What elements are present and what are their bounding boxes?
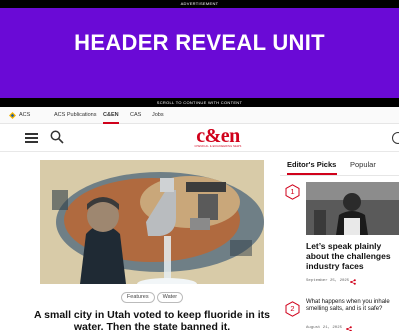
- rank-number: 2: [290, 304, 295, 313]
- tag-water[interactable]: Water: [156, 292, 184, 303]
- rail-divider: [280, 175, 399, 176]
- rail-story-title[interactable]: Let’s speak plainly about the challenges…: [306, 241, 399, 271]
- hamburger-menu-icon[interactable]: [25, 133, 38, 143]
- editors-picks-rail: Editor's Picks Popular 1 Let’s speak pla…: [280, 157, 399, 331]
- search-icon[interactable]: [50, 130, 64, 144]
- rail-story-meta: September 25, 2025: [306, 279, 399, 285]
- cen-link[interactable]: C&EN: [103, 107, 119, 124]
- scroll-to-continue-bar[interactable]: SCROLL TO CONTINUE WITH CONTENT: [0, 98, 399, 107]
- acs-logo-icon: [9, 112, 16, 119]
- jobs-link[interactable]: Jobs: [152, 107, 164, 124]
- advertisement-banner[interactable]: ADVERTISEMENT HEADER REVEAL UNIT: [0, 0, 399, 98]
- story-tags: Features Water: [0, 292, 304, 303]
- main-navigation: c&en CHEMICAL & ENGINEERING NEWS: [0, 124, 399, 152]
- speaker-photo: [306, 182, 399, 235]
- rail-story-title[interactable]: What happens when you inhale smelling sa…: [306, 299, 399, 313]
- lead-story-image[interactable]: [40, 160, 264, 284]
- rail-story-image[interactable]: [306, 182, 399, 235]
- acs-network-bar: ACS ACS Publications C&EN CAS Jobs: [0, 107, 399, 124]
- lead-story-headline[interactable]: A small city in Utah voted to keep fluor…: [20, 309, 284, 331]
- rank-badge: 2: [285, 301, 300, 317]
- user-account-icon[interactable]: [392, 132, 399, 144]
- logo-tagline: CHEMICAL & ENGINEERING NEWS: [194, 145, 242, 148]
- cen-link-label: C&EN: [103, 112, 119, 118]
- rail-story-date: September 25, 2025: [306, 279, 350, 283]
- faucet-illustration: [40, 160, 264, 284]
- rail-story-meta: August 21, 2025: [306, 326, 399, 331]
- tag-features[interactable]: Features: [120, 292, 155, 303]
- share-icon[interactable]: [350, 279, 356, 285]
- ad-headline[interactable]: HEADER REVEAL UNIT: [0, 30, 399, 56]
- tab-editors-picks[interactable]: Editor's Picks: [287, 157, 337, 175]
- ad-label: ADVERTISEMENT: [0, 0, 399, 8]
- cen-logo[interactable]: c&en CHEMICAL & ENGINEERING NEWS: [188, 125, 248, 149]
- rail-story-date: August 21, 2025: [306, 326, 343, 330]
- acs-label: ACS: [19, 112, 31, 118]
- tab-popular[interactable]: Popular: [350, 157, 380, 175]
- share-icon[interactable]: [346, 326, 352, 331]
- cas-link[interactable]: CAS: [130, 107, 141, 124]
- logo-wordmark: c&en: [196, 125, 240, 147]
- rank-number: 1: [290, 187, 295, 196]
- acs-publications-link[interactable]: ACS Publications: [54, 107, 97, 124]
- rank-badge: 1: [285, 184, 300, 200]
